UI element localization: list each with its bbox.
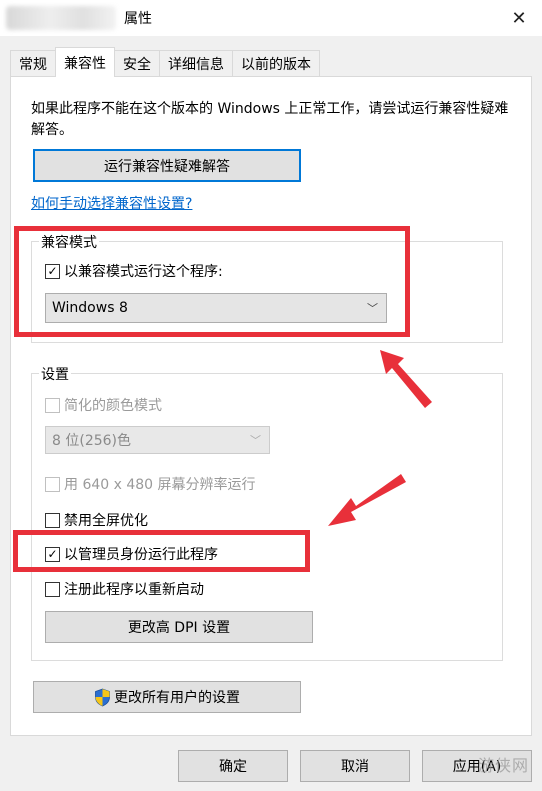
change-dpi-button[interactable]: 更改高 DPI 设置 — [45, 611, 313, 643]
uac-shield-icon — [95, 688, 110, 706]
compat-mode-checkbox-label: 以兼容模式运行这个程序: — [64, 264, 223, 280]
run-as-admin-row[interactable]: ✓ 以管理员身份运行此程序 — [45, 544, 218, 564]
cancel-label: 取消 — [341, 759, 369, 775]
close-icon: ✕ — [511, 7, 527, 29]
compatibility-panel: 如果此程序不能在这个版本的 Windows 上正常工作，请尝试运行兼容性疑难解答… — [10, 76, 532, 736]
run-as-admin-label: 以管理员身份运行此程序 — [64, 547, 218, 563]
blurred-filename — [6, 6, 116, 30]
register-restart-row[interactable]: 注册此程序以重新启动 — [45, 579, 204, 599]
register-restart-label: 注册此程序以重新启动 — [64, 582, 204, 598]
disable-fullscreen-checkbox[interactable] — [45, 512, 60, 528]
res-640-checkbox[interactable] — [45, 476, 60, 492]
close-button[interactable]: ✕ — [496, 0, 542, 36]
os-version-select[interactable]: Windows 8 ﹀ — [45, 293, 387, 323]
reduced-color-label: 简化的颜色模式 — [64, 398, 162, 414]
color-depth-select[interactable]: 8 位(256)色 ﹀ — [45, 426, 270, 454]
change-all-users-label: 更改所有用户的设置 — [114, 690, 240, 706]
tab-previous-versions[interactable]: 以前的版本 — [232, 50, 320, 77]
compat-mode-checkbox-row[interactable]: ✓ 以兼容模式运行这个程序: — [45, 261, 223, 281]
cancel-button[interactable]: 取消 — [300, 750, 410, 782]
tab-security[interactable]: 安全 — [114, 50, 160, 77]
chevron-down-icon: ﹀ — [367, 302, 378, 315]
tab-compatibility[interactable]: 兼容性 — [55, 47, 115, 77]
reduced-color-row[interactable]: 简化的颜色模式 — [45, 395, 162, 415]
run-troubleshooter-button[interactable]: 运行兼容性疑难解答 — [33, 149, 301, 182]
os-version-value: Windows 8 — [52, 300, 128, 316]
change-dpi-label: 更改高 DPI 设置 — [127, 620, 231, 636]
compat-mode-group-label: 兼容模式 — [39, 232, 99, 252]
res-640-row[interactable]: 用 640 x 480 屏幕分辨率运行 — [45, 474, 256, 494]
ok-button[interactable]: 确定 — [178, 750, 288, 782]
compat-mode-checkbox[interactable]: ✓ — [45, 263, 60, 279]
run-as-admin-checkbox[interactable]: ✓ — [45, 546, 60, 562]
watermark-text: 游侠网 — [478, 756, 530, 775]
disable-fullscreen-row[interactable]: 禁用全屏优化 — [45, 510, 148, 530]
register-restart-checkbox[interactable] — [45, 581, 60, 597]
disable-fullscreen-label: 禁用全屏优化 — [64, 513, 148, 529]
window-title: 属性 — [124, 11, 152, 27]
res-640-label: 用 640 x 480 屏幕分辨率运行 — [64, 477, 256, 493]
chevron-down-icon: ﹀ — [250, 434, 261, 447]
change-all-users-button[interactable]: 更改所有用户的设置 — [33, 681, 301, 713]
tab-strip: 常规 兼容性 安全 详细信息 以前的版本 — [10, 47, 320, 77]
tab-general[interactable]: 常规 — [10, 50, 56, 77]
manual-settings-link[interactable]: 如何手动选择兼容性设置? — [31, 193, 192, 213]
run-troubleshooter-label: 运行兼容性疑难解答 — [104, 158, 230, 175]
settings-group-label: 设置 — [39, 364, 71, 384]
compat-mode-group: 兼容模式 — [31, 232, 503, 343]
reduced-color-checkbox[interactable] — [45, 397, 60, 413]
color-depth-value: 8 位(256)色 — [52, 433, 132, 449]
intro-text: 如果此程序不能在这个版本的 Windows 上正常工作，请尝试运行兼容性疑难解答… — [31, 101, 509, 138]
tab-details[interactable]: 详细信息 — [159, 50, 233, 77]
ok-label: 确定 — [219, 759, 247, 775]
title-bar: 属性 ✕ — [0, 0, 542, 36]
